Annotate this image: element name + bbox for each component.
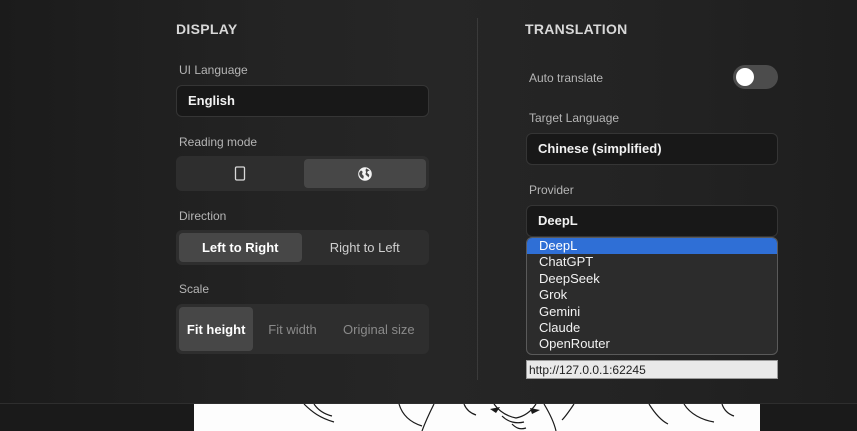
translation-section-title: TRANSLATION (525, 21, 628, 37)
server-url-input[interactable] (526, 360, 778, 379)
direction-toggle: Left to Right Right to Left (176, 230, 429, 265)
provider-label: Provider (529, 183, 574, 197)
scale-label: Scale (179, 282, 210, 296)
auto-translate-switch[interactable] (733, 65, 778, 89)
provider-option-deepseek[interactable]: DeepSeek (527, 271, 777, 287)
provider-select[interactable]: DeepL (526, 205, 778, 237)
switch-knob (736, 68, 754, 86)
reading-mode-label: Reading mode (179, 135, 258, 149)
direction-label: Direction (179, 209, 227, 223)
reading-mode-toggle (176, 156, 429, 191)
provider-option-deepl[interactable]: DeepL (527, 238, 777, 255)
target-language-label: Target Language (529, 111, 620, 125)
provider-option-openrouter[interactable]: OpenRouter (527, 336, 777, 352)
target-language-select[interactable]: Chinese (simplified) (526, 133, 778, 165)
provider-option-chatgpt[interactable]: ChatGPT (527, 254, 777, 270)
settings-panel: DISPLAY UI Language English Reading mode… (0, 0, 857, 403)
ui-language-label: UI Language (179, 63, 248, 77)
provider-option-gemini[interactable]: Gemini (527, 304, 777, 320)
reading-mode-globe-option[interactable] (303, 159, 426, 188)
scale-original-size-option[interactable]: Original size (332, 307, 426, 351)
display-section-title: DISPLAY (176, 21, 238, 37)
phone-icon (235, 166, 246, 181)
manga-page-image (194, 404, 760, 431)
ui-language-select[interactable]: English (176, 85, 429, 117)
scale-toggle: Fit height Fit width Original size (176, 304, 429, 354)
scale-fit-width-option[interactable]: Fit width (255, 307, 329, 351)
globe-icon (357, 166, 372, 181)
column-divider (477, 18, 478, 380)
provider-dropdown-list: DeepL ChatGPT DeepSeek Grok Gemini Claud… (526, 237, 778, 355)
provider-option-claude[interactable]: Claude (527, 320, 777, 336)
scale-fit-height-option[interactable]: Fit height (179, 307, 254, 351)
reading-mode-phone-option[interactable] (179, 159, 302, 188)
auto-translate-label: Auto translate (529, 71, 604, 85)
direction-rtl-option[interactable]: Right to Left (304, 233, 427, 262)
direction-ltr-option[interactable]: Left to Right (179, 233, 302, 262)
provider-option-grok[interactable]: Grok (527, 287, 777, 303)
manga-artwork (303, 404, 735, 431)
